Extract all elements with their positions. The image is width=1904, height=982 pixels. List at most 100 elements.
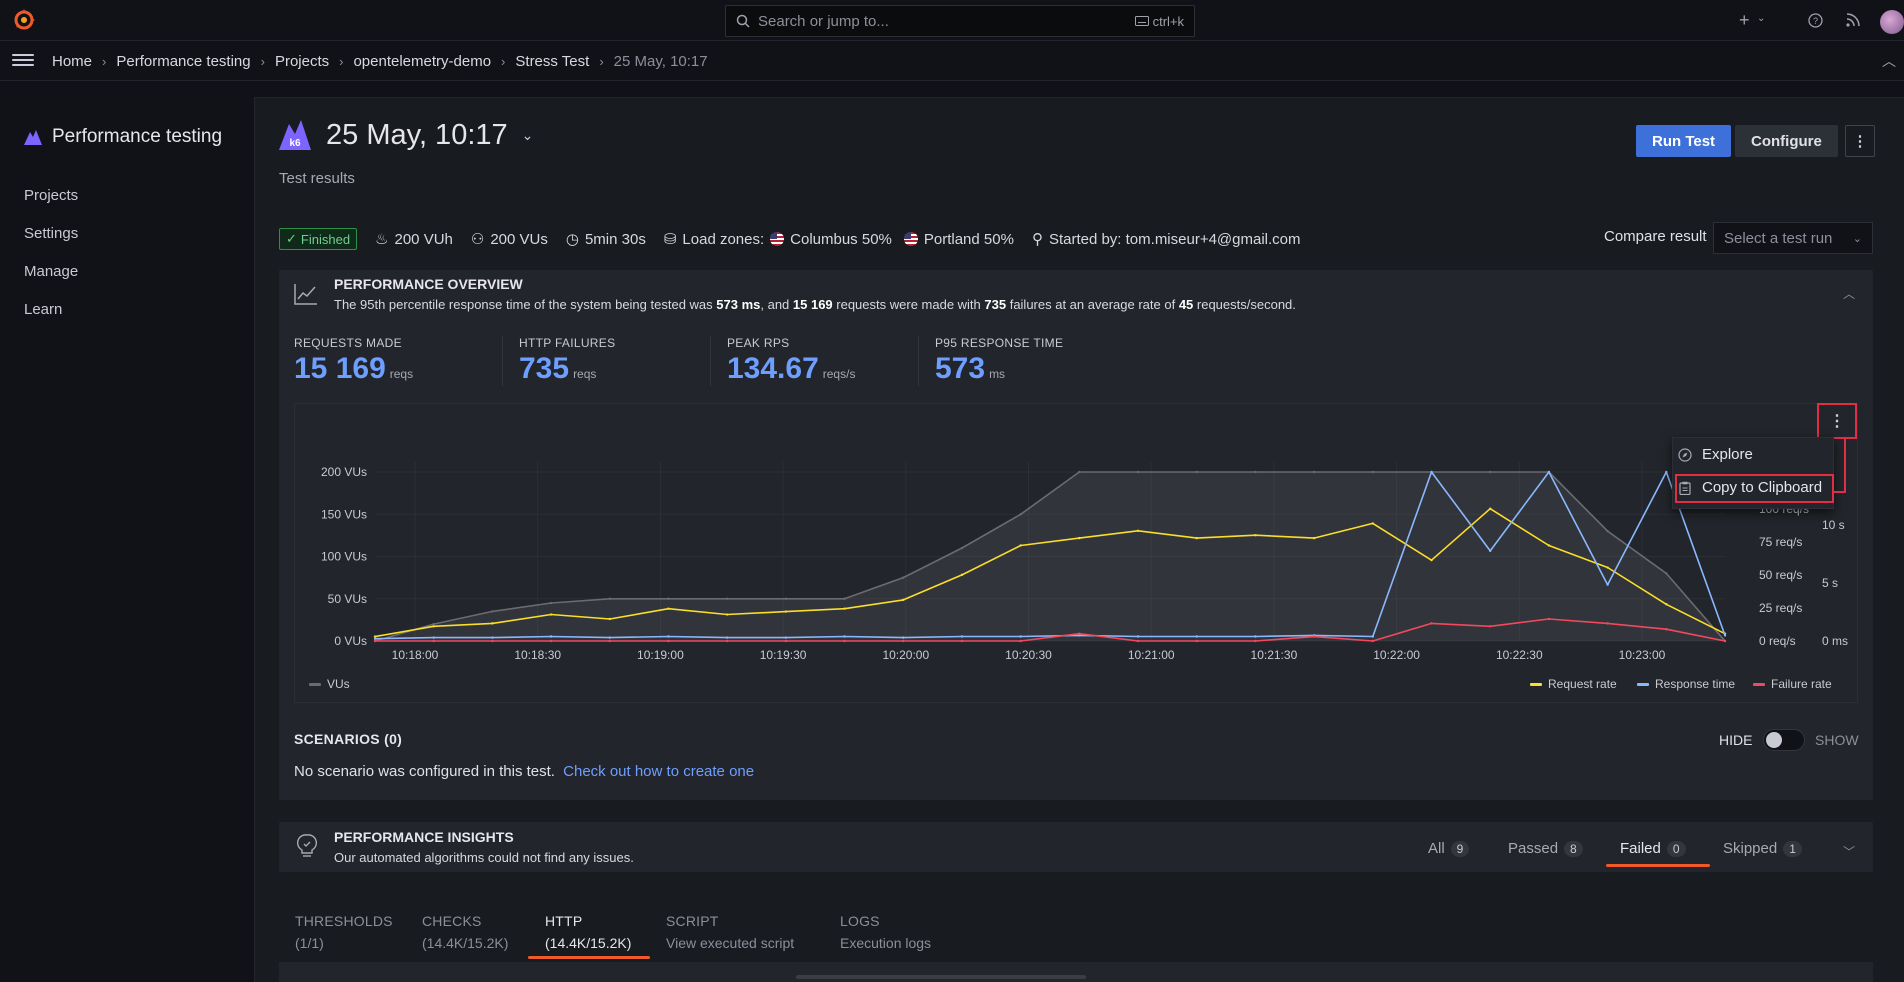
create-scenario-link[interactable]: Check out how to create one [563, 763, 754, 780]
series-response-time-point [784, 636, 788, 639]
series-request-rate-point [1371, 522, 1375, 525]
active-tab-indicator [528, 956, 650, 959]
insights-tab-failed[interactable]: Failed 0 [1620, 840, 1686, 857]
breadcrumb-projects[interactable]: Projects [275, 53, 329, 70]
add-icon[interactable]: + [1739, 10, 1750, 31]
page-title: 25 May, 10:17 [326, 118, 508, 151]
x-tick-label: 10:19:00 [637, 648, 684, 662]
help-icon[interactable]: ? [1808, 13, 1823, 28]
user-avatar[interactable] [1880, 10, 1904, 34]
test-run-title: k6 25 May, 10:17 ⌄ [278, 118, 533, 152]
series-request-rate-point [1019, 544, 1022, 547]
breadcrumb-performance-testing[interactable]: Performance testing [116, 53, 250, 70]
chevron-up-icon[interactable]: ︿ [1843, 285, 1855, 302]
more-options-icon[interactable]: ⋮ [1845, 125, 1875, 157]
y2-tick-label: 0 req/s [1759, 634, 1796, 648]
series-failure-rate-point [491, 639, 494, 643]
series-failure-rate-point [784, 639, 788, 643]
rss-icon[interactable] [1846, 13, 1860, 27]
tab-thresholds[interactable]: THRESHOLDS (1/1) [295, 910, 393, 954]
legend-failure-rate[interactable]: Failure rate [1753, 677, 1832, 691]
insights-description: Our automated algorithms could not find … [334, 850, 634, 865]
compare-select[interactable]: Select a test run ⌄ [1713, 222, 1873, 254]
insights-tab-passed[interactable]: Passed 8 [1508, 840, 1583, 857]
legend-swatch [1753, 682, 1765, 686]
series-response-time-point [549, 635, 553, 638]
breadcrumb: Home › Performance testing › Projects › ope… [52, 41, 708, 81]
scenarios-toggle[interactable] [1763, 729, 1805, 751]
menu-icon[interactable] [12, 51, 34, 71]
insights-tab-skipped[interactable]: Skipped 1 [1723, 840, 1802, 857]
breadcrumb-project[interactable]: opentelemetry-demo [353, 53, 491, 70]
tab-http[interactable]: HTTP (14.4K/15.2K) [545, 910, 631, 954]
series-vus-point [960, 546, 964, 550]
chevron-right-icon: › [260, 53, 265, 69]
chevron-down-icon[interactable]: ⌄ [1757, 13, 1765, 24]
grafana-logo-icon[interactable] [12, 8, 36, 32]
series-failure-rate-point [1665, 628, 1668, 631]
us-flag-icon [903, 232, 918, 246]
series-failure-rate-point [960, 639, 964, 643]
series-request-rate-point [1430, 558, 1433, 562]
search-input[interactable]: Search or jump to... ctrl+k [725, 5, 1195, 37]
legend-response-time[interactable]: Response time [1637, 677, 1735, 691]
active-tab-indicator [1606, 864, 1710, 867]
x-tick-label: 10:21:00 [1128, 648, 1175, 662]
series-vus-point [1195, 470, 1198, 474]
series-response-time-point [843, 635, 846, 638]
series-response-time-point [1254, 635, 1257, 638]
stat-requests-made: REQUESTS MADE 15 169 reqs [294, 336, 414, 385]
series-request-rate-point [1312, 536, 1316, 540]
sidebar-item-learn[interactable]: Learn [24, 301, 62, 318]
scenarios-title: SCENARIOS (0) [294, 731, 403, 747]
series-vus-point [1606, 529, 1609, 533]
series-vus-point [1371, 470, 1375, 474]
series-vus-point [725, 597, 729, 600]
menu-item-explore[interactable]: Explore [1678, 446, 1753, 463]
started-by-meta: ⚲ Started by: tom.miseur+4@gmail.com [1031, 230, 1301, 249]
series-failure-rate-point [1019, 639, 1022, 643]
annotation-connector [1844, 439, 1846, 493]
series-response-time-point [491, 636, 494, 639]
breadcrumb-home[interactable]: Home [52, 53, 92, 70]
configure-button[interactable]: Configure [1735, 125, 1838, 157]
series-vus-point [549, 601, 553, 605]
tab-script[interactable]: SCRIPT View executed script [666, 910, 794, 954]
legend-vus[interactable]: VUs [309, 677, 350, 691]
legend-request-rate[interactable]: Request rate [1530, 677, 1617, 691]
svg-text:?: ? [1813, 16, 1818, 26]
sidebar-item-settings[interactable]: Settings [24, 225, 78, 242]
chevron-up-icon[interactable]: ︿ [1882, 51, 1896, 71]
chevron-down-icon[interactable]: ⌄ [522, 127, 534, 144]
breadcrumb-test[interactable]: Stress Test [515, 53, 589, 70]
lightbulb-icon [296, 834, 318, 857]
database-icon: ⛁ [663, 231, 677, 248]
status-badge: ✓ Finished [279, 228, 358, 250]
series-response-time-point [960, 635, 964, 638]
series-failure-rate-point [1430, 622, 1433, 625]
search-placeholder: Search or jump to... [758, 12, 889, 30]
series-response-time-point [667, 635, 670, 638]
series-response-time-point [1136, 635, 1140, 638]
horizontal-scrollbar[interactable] [796, 975, 1086, 979]
run-test-button[interactable]: Run Test [1636, 125, 1732, 157]
insights-tab-all[interactable]: All 9 [1428, 840, 1470, 857]
series-failure-rate-point [725, 639, 729, 643]
series-failure-rate-point [1606, 622, 1609, 625]
tab-logs[interactable]: LOGS Execution logs [840, 910, 931, 954]
series-failure-rate-point [1136, 639, 1140, 643]
y3-tick-label: 10 s [1822, 518, 1845, 532]
panel-menu-button[interactable]: ⋮ [1817, 403, 1857, 439]
x-tick-label: 10:20:00 [882, 648, 929, 662]
series-failure-rate-point [1195, 639, 1198, 643]
insights-title: PERFORMANCE INSIGHTS [334, 829, 514, 845]
series-failure-rate-point [608, 639, 611, 643]
sidebar-item-manage[interactable]: Manage [24, 263, 78, 280]
chevron-down-icon[interactable]: ﹀ [1843, 843, 1855, 860]
sidebar-item-projects[interactable]: Projects [24, 187, 78, 204]
y2-tick-label: 50 req/s [1759, 568, 1802, 582]
y2-tick-label: 75 req/s [1759, 535, 1802, 549]
series-request-rate-point [1136, 529, 1140, 532]
tab-checks[interactable]: CHECKS (14.4K/15.2K) [422, 910, 508, 954]
shortcut-hint: ctrl+k [1134, 14, 1184, 29]
